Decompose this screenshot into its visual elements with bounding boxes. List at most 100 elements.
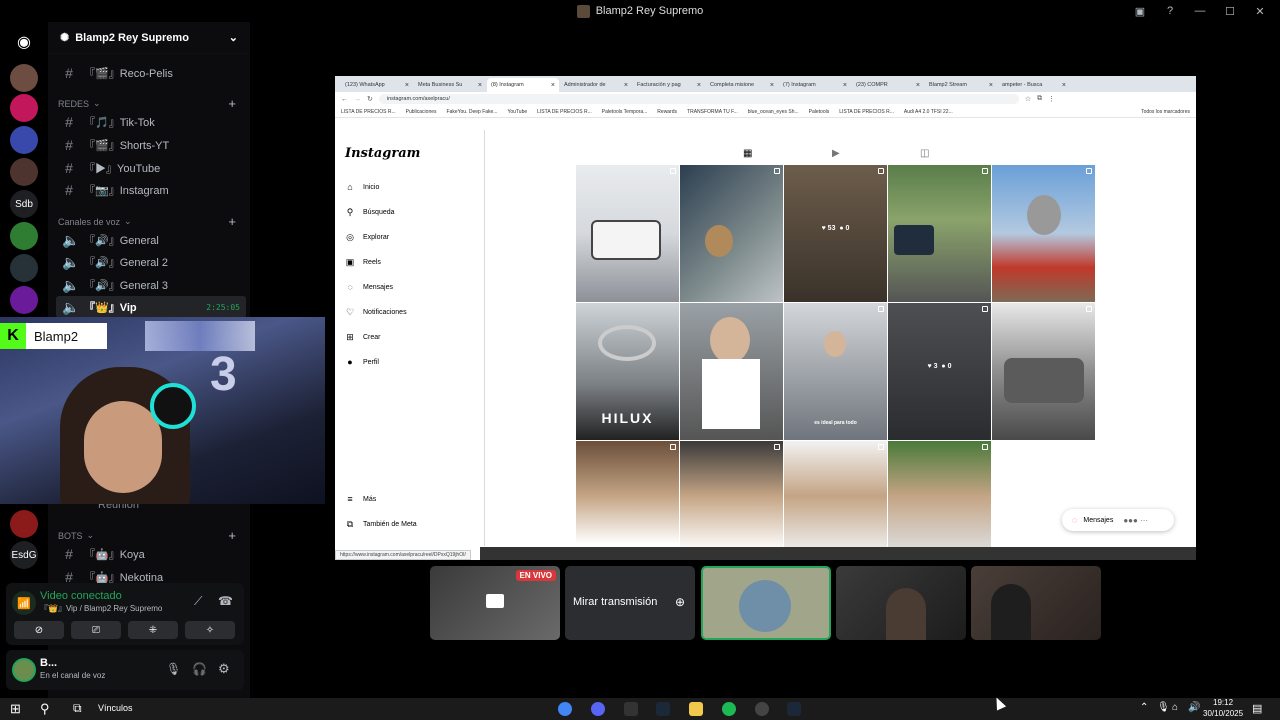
screen-share-button[interactable]: ⎚ [71,621,121,639]
close-tab-icon[interactable]: × [551,82,555,89]
channel-tiktok[interactable]: # 『🎵』Tik-Tok [56,111,246,133]
browser-tab[interactable]: (7) Instagram × [779,78,851,92]
channel-koya[interactable]: # 『🤖』Koya [56,543,246,565]
menu-icon[interactable]: ⋮ [1048,95,1055,103]
all-bookmarks[interactable]: Todos los marcadores [1141,109,1196,115]
headphones-icon[interactable]: 🎧 [192,662,207,676]
category-redes[interactable]: REDES ⌄ + [58,96,238,111]
settings-gear-icon[interactable]: ⚙ [218,661,230,677]
close-tab-icon[interactable]: × [478,82,482,89]
server-avatar[interactable] [10,158,38,186]
server-avatar[interactable] [10,222,38,250]
maximize-button[interactable]: ☐ [1222,4,1238,18]
shared-screen-browser[interactable]: (123) WhatsApp × Meta Business Su × (8) Inst… [335,76,1196,560]
post-thumbnail[interactable] [576,441,679,560]
discord-icon[interactable] [591,702,605,716]
post-thumbnail[interactable] [680,165,783,302]
close-tab-icon[interactable]: × [770,82,774,89]
channel-youtube[interactable]: # 『▶』YouTube [56,157,246,179]
close-button[interactable]: ✕ [1252,4,1268,18]
post-thumbnail[interactable]: quieres una SUV con [680,303,783,440]
tagged-tab-icon[interactable]: ◫ [920,148,929,159]
stream-tile-live[interactable]: EN VIVO [430,566,560,640]
post-thumbnail[interactable]: ♥ 53 ● 0 [784,165,887,302]
app-icon[interactable] [755,702,769,716]
close-tab-icon[interactable]: × [916,82,920,89]
close-tab-icon[interactable]: × [624,82,628,89]
close-tab-icon[interactable]: × [843,82,847,89]
soundboard-button[interactable]: ✧ [185,621,235,639]
nav-reels[interactable]: ▣ Reels [345,257,381,267]
file-explorer-icon[interactable] [689,702,703,716]
search-icon[interactable]: ⚲ [40,701,50,717]
bookmark-item[interactable]: Rewards [657,109,677,115]
server-avatar-sdb[interactable]: Sdb [10,190,38,218]
instagram-logo[interactable]: Instagram [345,146,420,161]
post-thumbnail[interactable]: HILUX [576,303,679,440]
post-thumbnail[interactable] [784,441,887,560]
server-avatar[interactable] [10,64,38,92]
volume-icon[interactable]: 🔊 [1188,702,1200,713]
server-avatar[interactable] [10,94,38,122]
close-tab-icon[interactable]: × [989,82,993,89]
noise-suppression-icon[interactable]: ⟋ [194,594,202,609]
browser-tab[interactable]: Administrador de × [560,78,632,92]
browser-tab[interactable]: (8) Instagram × [487,78,559,92]
spotify-icon[interactable] [722,702,736,716]
discord-home-icon[interactable]: ◉ [10,28,38,56]
voice-channel-general-3[interactable]: 🔈 『🔊』General 3 [56,274,246,296]
voice-channel-path[interactable]: 『👑』Vip / Blamp2 Rey Supremo [40,603,162,614]
browser-tab[interactable]: ampeter - Busca × [998,78,1070,92]
posts-grid-tab-icon[interactable]: ▦ [743,148,752,159]
stream-tile-watch[interactable]: Mirar transmisión ⊕ [565,566,695,640]
help-icon[interactable]: ? [1162,4,1178,18]
clock-time[interactable]: 19:12 [1213,698,1233,707]
epic-games-icon[interactable] [624,702,638,716]
post-thumbnail[interactable]: ♥ 3 ● 0 [888,303,991,440]
bookmark-item[interactable]: YouTube [507,109,527,115]
reload-icon[interactable]: ↻ [367,95,373,103]
browser-tab[interactable]: Meta Business Su × [414,78,486,92]
chevron-up-icon[interactable]: ⌃ [1140,702,1148,713]
bookmark-item[interactable]: Paletools Tempora... [602,109,648,115]
server-avatar-esdg[interactable]: EsdG [10,541,38,569]
add-channel-icon[interactable]: + [228,214,236,229]
back-icon[interactable]: ← [341,96,348,103]
bookmark-item[interactable]: Publicaciones [406,109,437,115]
bookmark-item[interactable]: LISTA DE PRECIOS R... [341,109,396,115]
server-avatar[interactable] [10,126,38,154]
browser-tab[interactable]: Facturación y pag × [633,78,705,92]
forward-icon[interactable]: → [354,96,361,103]
windows-start-icon[interactable]: ⊞ [10,701,21,717]
category-bots[interactable]: BOTS ⌄ + [58,528,238,543]
nav-perfil[interactable]: ● Perfil [345,357,379,367]
url-field[interactable]: instagram.com/axelpracu/ [378,94,1019,104]
server-avatar[interactable] [10,286,38,314]
bookmark-item[interactable]: LISTA DE PRECIOS R... [537,109,592,115]
bookmark-item[interactable]: FakeYou. Deep Fake... [447,109,498,115]
post-thumbnail[interactable] [992,165,1095,302]
nav-mas[interactable]: ≡ Más [345,494,376,504]
camera-off-button[interactable]: ⊘ [14,621,64,639]
bookmark-item[interactable]: blue_ocean_eyes Sh... [748,109,799,115]
network-icon[interactable]: ⌂ [1172,702,1178,713]
post-thumbnail[interactable] [888,441,991,560]
star-icon[interactable]: ☆ [1025,95,1031,103]
post-thumbnail[interactable] [992,303,1095,440]
steam-icon[interactable] [787,702,801,716]
nav-meta[interactable]: ⧉ También de Meta [345,519,417,529]
post-thumbnail[interactable] [680,441,783,560]
stream-tile-camera[interactable] [971,566,1101,640]
nav-mensajes[interactable]: ◌ Mensajes [345,282,393,292]
channel-instagram[interactable]: # 『📷』Instagram [56,179,246,201]
browser-tab[interactable]: Completa misione × [706,78,778,92]
bookmark-item[interactable]: LISTA DE PRECIOS R... [839,109,894,115]
server-avatar[interactable] [10,254,38,282]
channel-reco-pelis[interactable]: # 『🎬』Reco-Pelis [56,62,246,84]
chrome-icon[interactable] [558,702,572,716]
disconnect-icon[interactable]: ☎ [218,594,233,608]
browser-tab[interactable]: (23) COMPR × [852,78,924,92]
server-avatar[interactable] [10,510,38,538]
browser-tab[interactable]: Blamp2 Stream × [925,78,997,92]
close-tab-icon[interactable]: × [405,82,409,89]
